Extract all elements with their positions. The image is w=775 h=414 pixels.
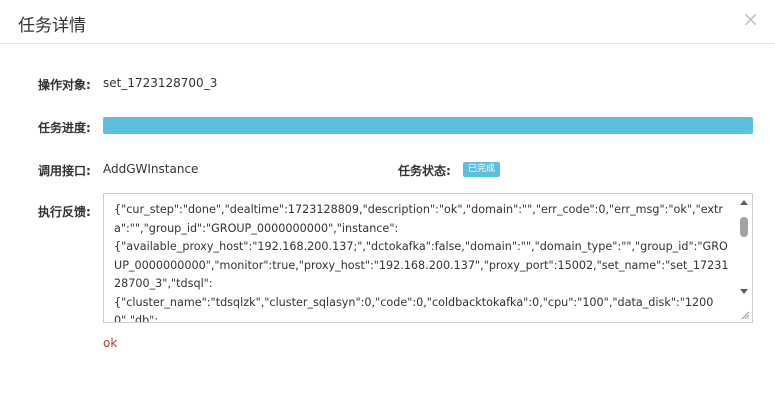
resize-grip-icon[interactable] — [741, 311, 750, 320]
feedback-scrollbar[interactable] — [736, 194, 752, 306]
progress-label: 任务进度: — [38, 121, 91, 135]
scroll-up-arrow-icon[interactable] — [740, 200, 748, 205]
status-label: 任务状态: — [398, 164, 451, 178]
progress-bar-fill — [103, 117, 753, 134]
scroll-thumb[interactable] — [740, 217, 748, 237]
dialog-title: 任务详情 — [18, 16, 86, 36]
interface-value: AddGWInstance — [103, 162, 199, 176]
dialog-header: 任务详情 × — [0, 0, 775, 44]
feedback-label: 执行反馈: — [38, 205, 91, 219]
feedback-content: {"cur_step":"done","dealtime":1723128809… — [114, 203, 729, 323]
target-label: 操作对象: — [38, 78, 91, 92]
scroll-down-arrow-icon[interactable] — [740, 289, 748, 294]
target-value: set_1723128700_3 — [103, 76, 218, 90]
task-detail-dialog: 任务详情 × 操作对象: set_1723128700_3 任务进度: 调用接口… — [0, 0, 775, 414]
feedback-textarea[interactable]: {"cur_step":"done","dealtime":1723128809… — [103, 193, 753, 323]
interface-label: 调用接口: — [38, 164, 91, 178]
status-badge: 已完成 — [463, 162, 501, 177]
progress-bar — [103, 117, 753, 134]
result-text: ok — [103, 336, 118, 350]
close-icon[interactable]: × — [742, 8, 759, 30]
